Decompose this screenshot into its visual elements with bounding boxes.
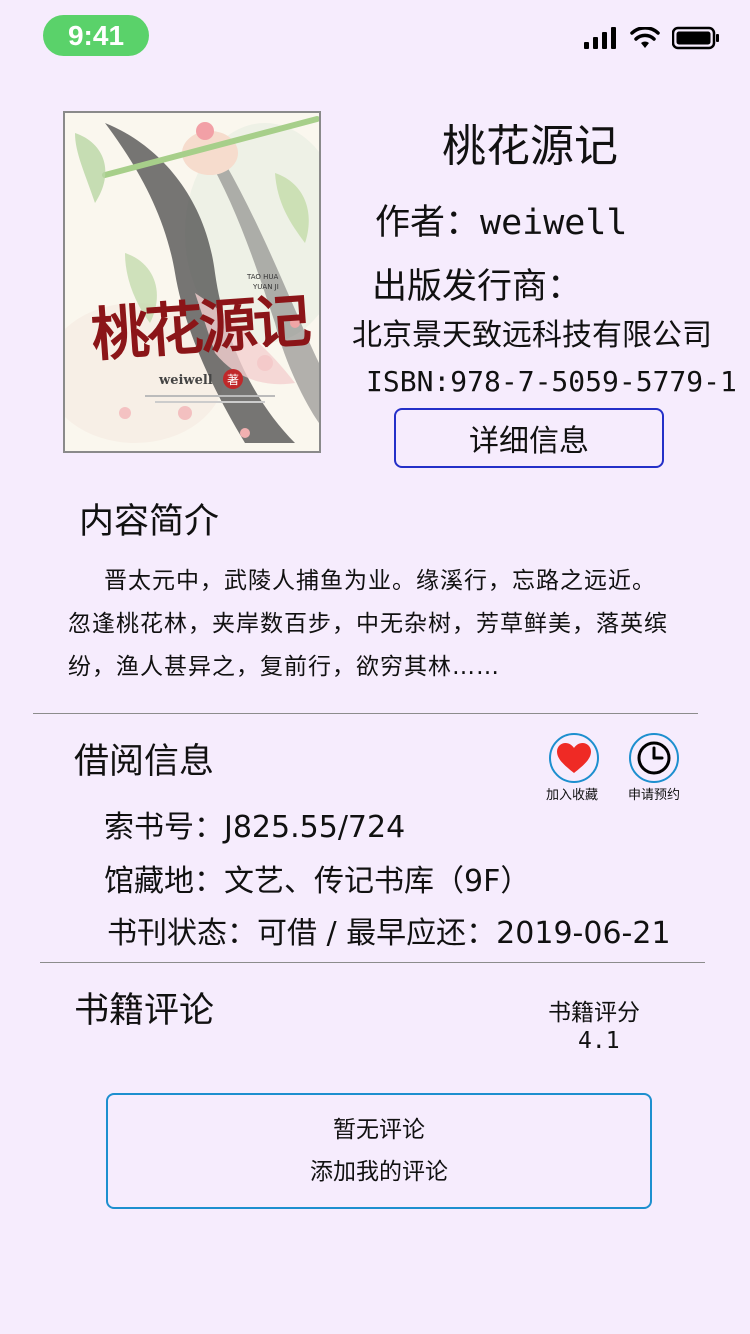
add-review-link[interactable]: 添加我的评论 [310,1151,448,1193]
rating-label: 书籍评分 [548,1000,640,1026]
clock-icon [637,741,671,775]
status-icons [584,26,720,50]
favorite-button[interactable] [549,733,599,783]
status-time: 9:41 [43,15,149,56]
battery-icon [672,26,719,50]
cover-pinyin-bottom: YUAN JI [253,283,279,291]
borrow-heading: 借阅信息 [74,742,215,782]
review-heading: 书籍评论 [74,991,215,1031]
book-isbn: ISBN:978-7-5059-5779-1 [366,365,737,398]
detail-info-button[interactable]: 详细信息 [394,408,664,468]
cover-author-art: weiwell [159,373,213,388]
cover-fineprint-line [155,401,265,403]
cover-seal: 著 [223,369,243,389]
no-review-text: 暂无评论 [333,1117,425,1143]
section-divider [40,962,705,963]
collection-location: 馆藏地：文艺、传记书库（9F） [104,864,531,899]
book-author: 作者：weiwell [375,203,628,243]
publisher-label: 出版发行商： [372,267,583,307]
intro-heading: 内容简介 [79,502,220,542]
cover-fineprint-line [145,395,275,397]
call-number: 索书号：J825.55/724 [104,810,406,845]
rating-value: 4.1 [578,1028,620,1054]
book-cover-image[interactable]: 桃花源记 TAO HUA YUAN JI weiwell 著 [63,111,321,453]
book-status: 书刊状态：可借 / 最早应还：2019-06-21 [107,916,671,951]
review-box[interactable]: 暂无评论 添加我的评论 [106,1093,652,1209]
reserve-button[interactable] [629,733,679,783]
reserve-label[interactable]: 申请预约 [614,784,694,803]
cover-pinyin-top: TAO HUA [247,273,279,281]
heart-icon [557,743,591,773]
intro-text: 晋太元中，武陵人捕鱼为业。缘溪行，忘路之远近。忽逢桃花林，夹岸数百步，中无杂树，… [68,568,668,680]
section-divider [33,713,698,714]
book-title: 桃花源记 [442,121,618,172]
signal-icon [584,27,616,49]
wifi-icon [630,27,660,48]
favorite-label[interactable]: 加入收藏 [532,784,612,803]
publisher-name: 北京景天致远科技有限公司 [352,318,712,353]
